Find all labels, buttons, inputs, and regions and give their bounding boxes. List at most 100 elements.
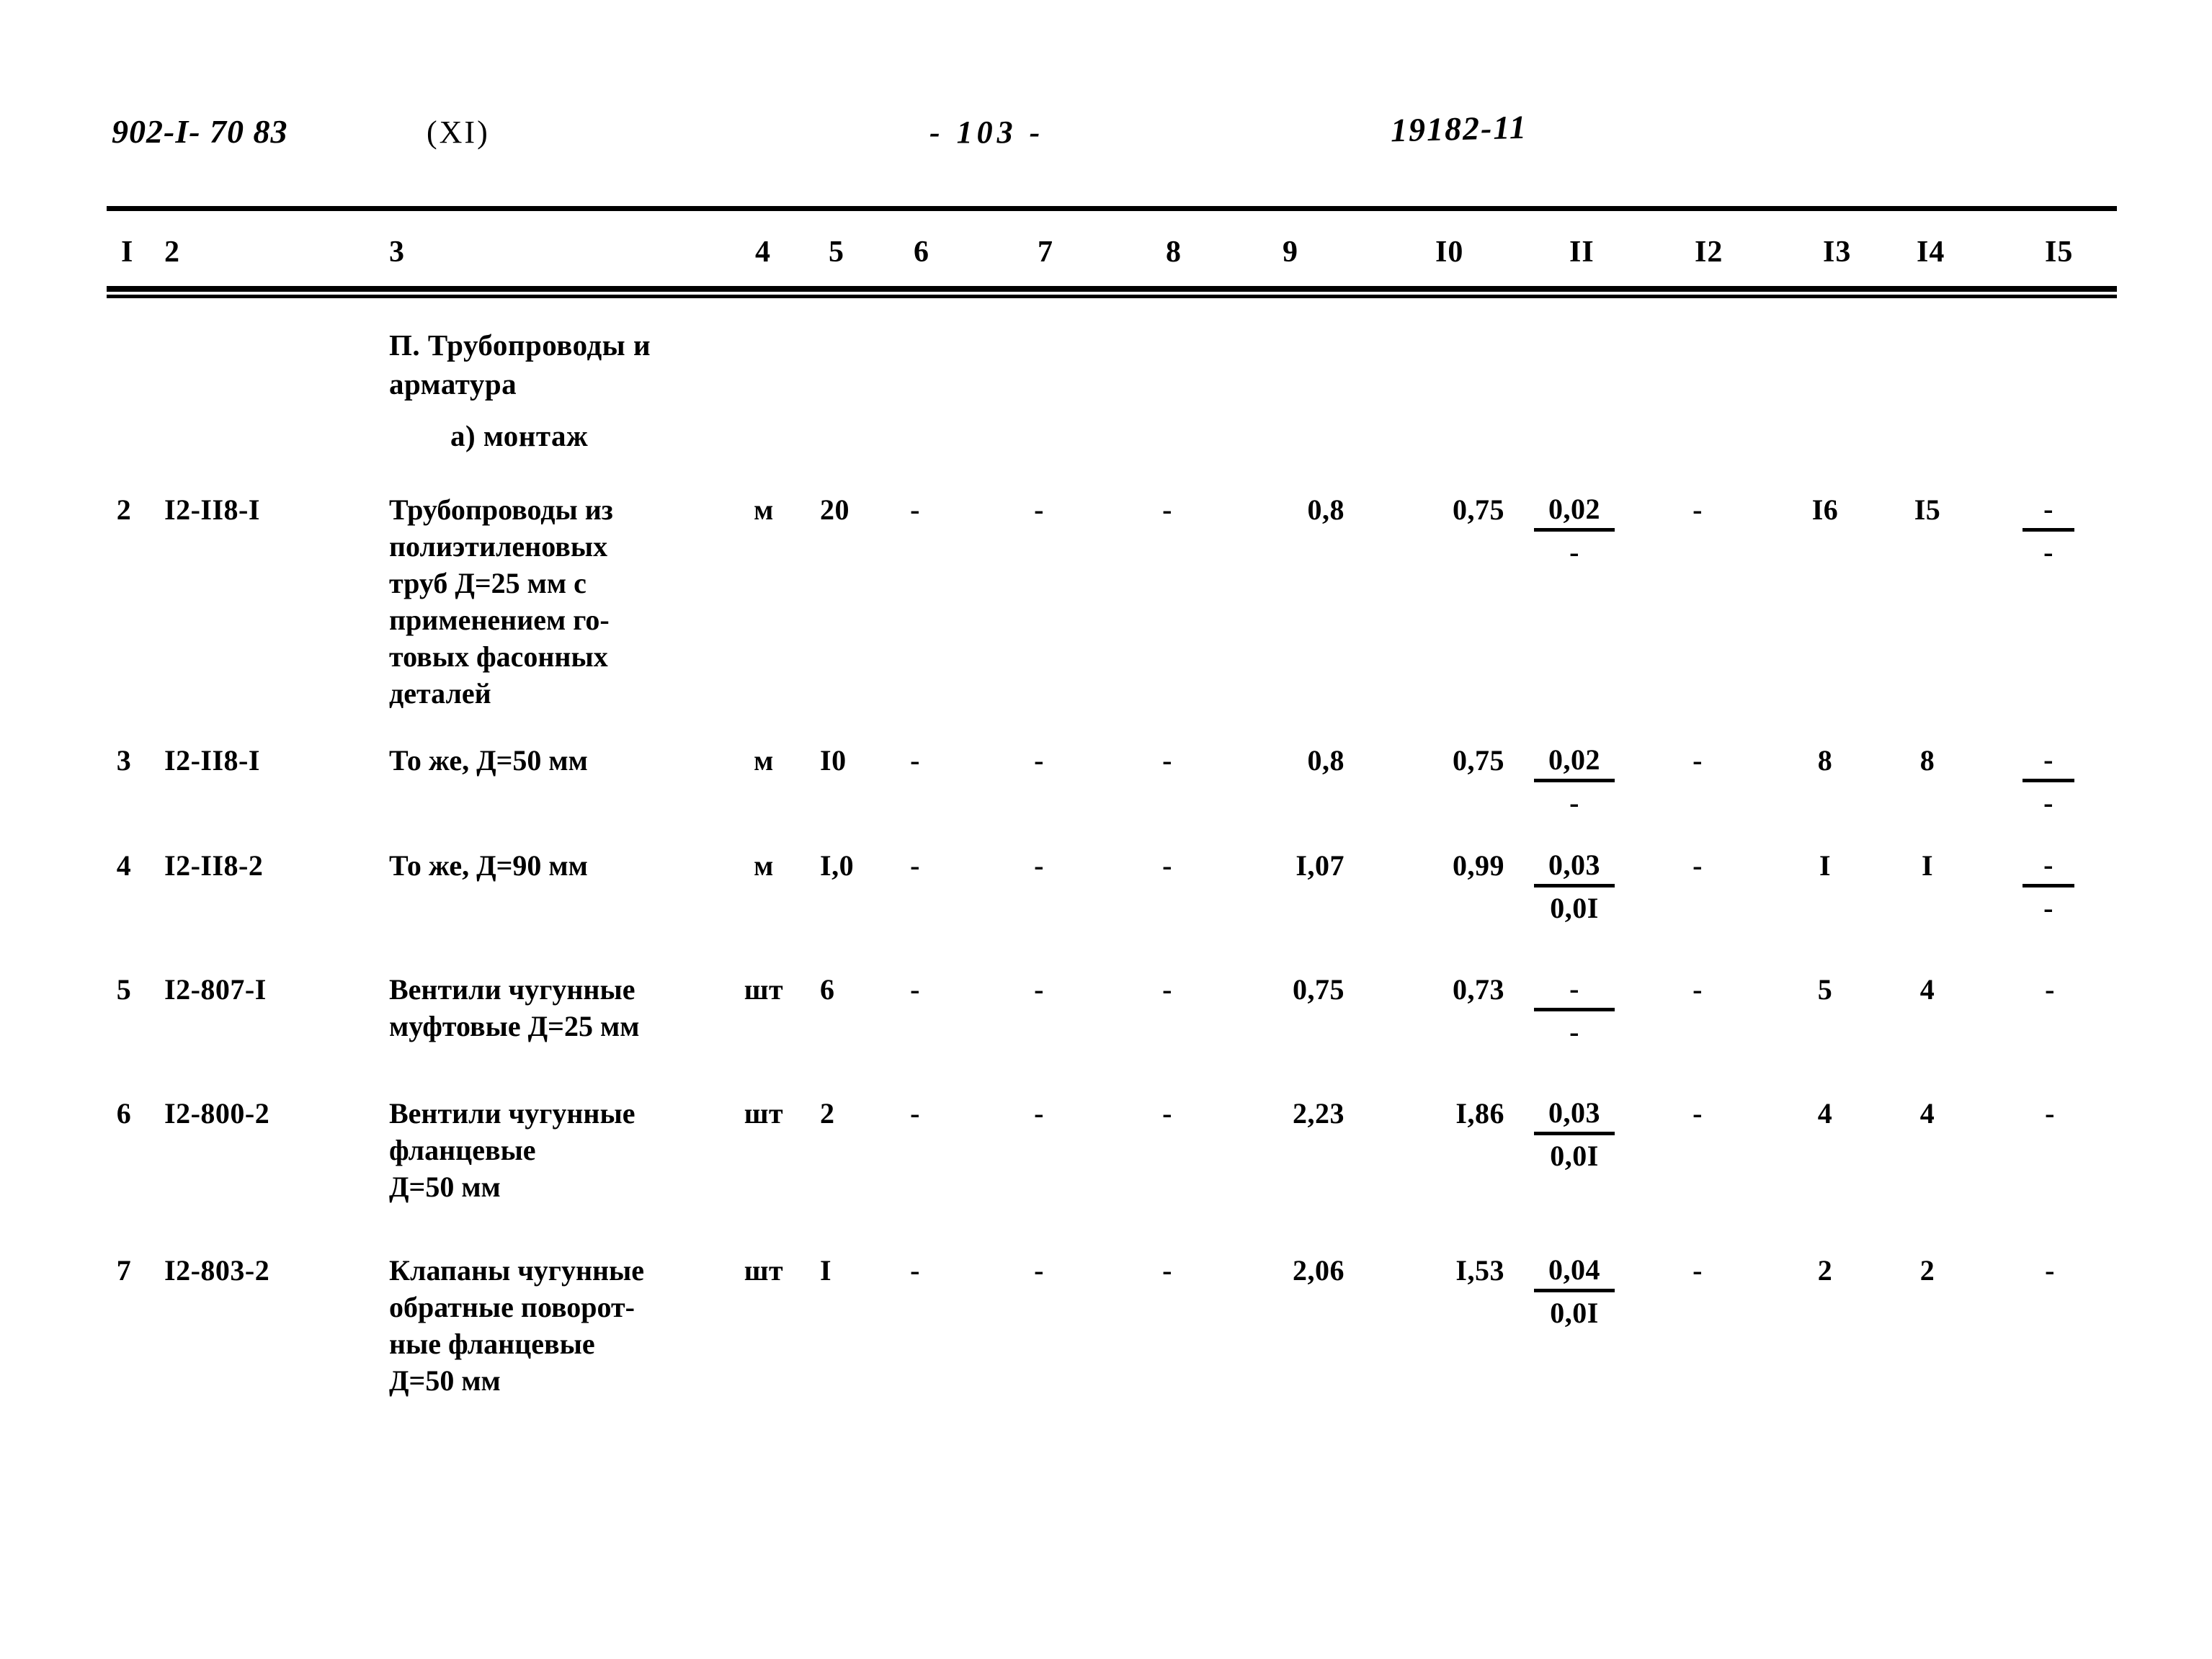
- norm-code: I2-803-2: [164, 1254, 270, 1287]
- description: То же, Д=90 мм: [389, 849, 588, 882]
- col9-value: 2,23: [1293, 1097, 1344, 1130]
- col11-fraction: 0,03 0,0I: [1528, 1095, 1621, 1174]
- column-header-I0: I0: [1435, 236, 1464, 269]
- norm-code: I2-II8-2: [164, 849, 264, 882]
- norm-code: I2-II8-I: [164, 493, 260, 526]
- col7-value: -: [1034, 1097, 1044, 1130]
- col11-fraction-numerator: 0,03: [1548, 849, 1600, 881]
- col9-value: 2,06: [1293, 1254, 1344, 1287]
- col11-fraction-bar: [1534, 528, 1615, 532]
- col15-fraction: --: [2016, 742, 2081, 821]
- col7-value: -: [1034, 744, 1044, 777]
- col11-fraction-bar: [1534, 1132, 1615, 1135]
- col8-value: -: [1162, 973, 1172, 1006]
- series-code: 902-I- 70 83: [112, 113, 288, 150]
- col13-value: I: [1819, 849, 1832, 882]
- row-number: 5: [116, 973, 132, 1006]
- col13-value: 8: [1817, 744, 1833, 777]
- document-page: 902-I- 70 83 (XI) - 103 - 19182-11 I2345…: [0, 0, 2212, 1659]
- col11-fraction: 0,04 0,0I: [1528, 1252, 1621, 1331]
- col6-value: -: [910, 493, 920, 526]
- col14-value: I: [1921, 849, 1934, 882]
- col11-fraction-denominator: -: [1569, 787, 1579, 819]
- quantity: 20: [820, 493, 849, 526]
- page-number: - 103 -: [929, 115, 1045, 150]
- unit: шт: [744, 1097, 784, 1130]
- col11-fraction-numerator: 0,04: [1548, 1253, 1600, 1286]
- column-header-4: 4: [755, 236, 771, 269]
- table-top-rule: [107, 206, 2117, 211]
- col11-fraction: 0,02 -: [1528, 491, 1621, 571]
- part-number: (XI): [427, 115, 490, 150]
- col11-fraction-denominator: -: [1569, 536, 1579, 568]
- column-header-2: 2: [164, 236, 180, 269]
- subsection-title: а) монтаж: [450, 419, 589, 452]
- table-header-rule-upper: [107, 286, 2117, 292]
- col14-value: 8: [1919, 744, 1935, 777]
- col11-fraction-denominator: 0,0I: [1550, 1140, 1599, 1172]
- col13-value: I6: [1811, 493, 1839, 526]
- column-header-I2: I2: [1695, 236, 1723, 269]
- description: Клапаны чугунные обратные поворот- ные ф…: [389, 1254, 645, 1397]
- column-header-3: 3: [389, 236, 405, 269]
- col12-value: -: [1693, 849, 1703, 882]
- col15-fraction-bar: [2023, 779, 2074, 782]
- col11-fraction-bar: [1534, 884, 1615, 887]
- document-number: 19182-11: [1390, 108, 1528, 149]
- col15-fraction: --: [2016, 491, 2081, 571]
- col13-value: 2: [1817, 1254, 1833, 1287]
- row-number: 2: [116, 493, 132, 526]
- col15-fraction-denominator: -: [2043, 787, 2053, 819]
- column-header-7: 7: [1038, 236, 1053, 269]
- col8-value: -: [1162, 1254, 1172, 1287]
- col15-fraction-numerator: -: [2043, 493, 2053, 525]
- col14-value: 4: [1919, 1097, 1935, 1130]
- col15-value: -: [2045, 1254, 2055, 1287]
- column-header-I5: I5: [2045, 236, 2074, 269]
- col15-fraction-bar: [2023, 884, 2074, 887]
- col11-fraction-denominator: -: [1569, 1016, 1579, 1048]
- col15-fraction-denominator: -: [2043, 536, 2053, 568]
- col12-value: -: [1693, 973, 1703, 1006]
- description: Вентили чугунные фланцевые Д=50 мм: [389, 1097, 635, 1203]
- column-header-I3: I3: [1823, 236, 1852, 269]
- norm-code: I2-807-I: [164, 973, 267, 1006]
- quantity: I0: [820, 744, 847, 777]
- col15-fraction-bar: [2023, 528, 2074, 532]
- column-header-8: 8: [1166, 236, 1182, 269]
- col11-fraction: --: [1528, 971, 1621, 1050]
- col9-value: 0,8: [1307, 744, 1344, 777]
- col11-fraction-denominator: 0,0I: [1550, 892, 1599, 924]
- col13-value: 5: [1817, 973, 1833, 1006]
- col15-value: -: [2045, 973, 2055, 1006]
- col14-value: 2: [1919, 1254, 1935, 1287]
- col8-value: -: [1162, 849, 1172, 882]
- col15-fraction: --: [2016, 847, 2081, 926]
- row-number: 7: [116, 1254, 132, 1287]
- col15-value: -: [2045, 1097, 2055, 1130]
- page-header: 902-I- 70 83 (XI) - 103 - 19182-11: [0, 108, 2212, 173]
- col11-fraction-numerator: -: [1569, 972, 1579, 1005]
- description: То же, Д=50 мм: [389, 744, 588, 777]
- col11-fraction: 0,02 -: [1528, 742, 1621, 821]
- column-header-5: 5: [829, 236, 844, 269]
- description: Вентили чугунные муфтовые Д=25 мм: [389, 973, 640, 1042]
- column-header-I: I: [121, 236, 134, 269]
- col12-value: -: [1693, 744, 1703, 777]
- quantity: I: [820, 1254, 832, 1287]
- col6-value: -: [910, 1097, 920, 1130]
- unit: шт: [744, 1254, 784, 1287]
- col9-value: 0,75: [1293, 973, 1344, 1006]
- col7-value: -: [1034, 973, 1044, 1006]
- col11-fraction-bar: [1534, 1289, 1615, 1292]
- col8-value: -: [1162, 493, 1172, 526]
- unit: шт: [744, 973, 784, 1006]
- row-number: 4: [116, 849, 132, 882]
- col10-value: 0,73: [1453, 973, 1504, 1006]
- section-title: П. Трубопроводы и арматура: [389, 328, 651, 401]
- col7-value: -: [1034, 849, 1044, 882]
- col7-value: -: [1034, 1254, 1044, 1287]
- col15-fraction-numerator: -: [2043, 849, 2053, 881]
- col6-value: -: [910, 973, 920, 1006]
- col11-fraction-bar: [1534, 1008, 1615, 1011]
